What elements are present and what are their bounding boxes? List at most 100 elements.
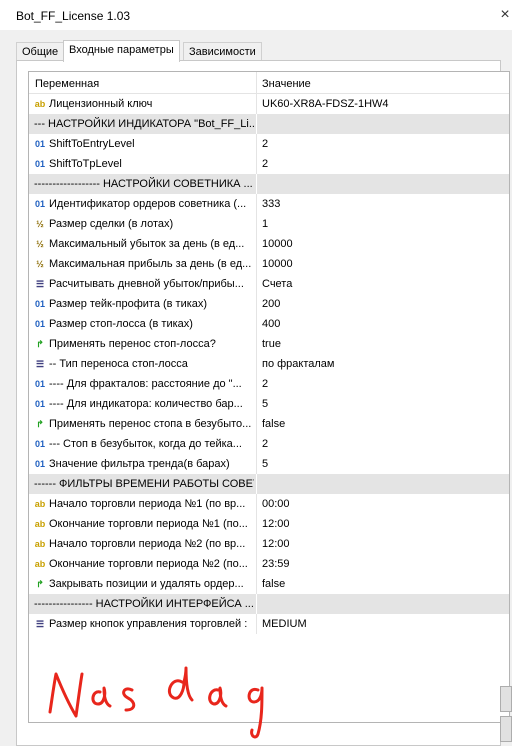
text-icon: ab	[34, 559, 46, 569]
parameter-row[interactable]: ☰ -- Тип переноса стоп-лосса по фракталам	[29, 354, 509, 374]
parameter-name: ShiftToEntryLevel	[49, 138, 135, 150]
side-button-2[interactable]	[500, 716, 512, 742]
handwritten-nasdaq-signature	[48, 666, 264, 739]
parameter-value[interactable]: 2	[262, 374, 268, 394]
parameter-row[interactable]: ☰ Расчитывать дневной убыток/прибы... Счет…	[29, 274, 509, 294]
column-separator	[256, 72, 257, 93]
parameter-value[interactable]: 23:59	[262, 554, 290, 574]
section-title: ------ ФИЛЬТРЫ ВРЕМЕНИ РАБОТЫ СОВЕТ...	[34, 478, 254, 490]
column-header-value[interactable]: Значение	[262, 78, 311, 90]
parameter-value[interactable]: 5	[262, 394, 268, 414]
tab-general[interactable]: Общие	[16, 42, 65, 61]
parameter-row[interactable]: 01 Идентификатор ордеров советника (... 33…	[29, 194, 509, 214]
parameter-row[interactable]: ↱ Применять перенос стопа в безубыто... fa…	[29, 414, 509, 434]
grid-header: Переменная Значение	[29, 72, 509, 94]
integer-icon: 01	[34, 139, 45, 149]
section-row[interactable]: --- НАСТРОЙКИ ИНДИКАТОРА "Bot_FF_Li...	[29, 114, 509, 134]
parameter-row[interactable]: ab Начало торговли периода №2 (по вр... 12…	[29, 534, 509, 554]
section-row[interactable]: ------ ФИЛЬТРЫ ВРЕМЕНИ РАБОТЫ СОВЕТ...	[29, 474, 509, 494]
parameter-row[interactable]: 01 --- Стоп в безубыток, когда до тейка..…	[29, 434, 509, 454]
column-separator	[256, 234, 257, 254]
parameter-value[interactable]: 2	[262, 134, 268, 154]
parameter-row[interactable]: 01 ---- Для индикатора: количество бар...…	[29, 394, 509, 414]
section-row[interactable]: ---------------- НАСТРОЙКИ ИНТЕРФЕЙСА ..…	[29, 594, 509, 614]
parameter-name: Максимальная прибыль за день (в ед...	[49, 258, 252, 270]
text-icon: ab	[34, 99, 46, 109]
text-icon: ab	[34, 519, 46, 529]
parameter-row[interactable]: 01 Размер тейк-профита (в тиках) 200	[29, 294, 509, 314]
parameter-row[interactable]: 01 ShiftToEntryLevel 2	[29, 134, 509, 154]
parameter-row[interactable]: ½ Размер сделки (в лотах) 1	[29, 214, 509, 234]
column-separator	[256, 154, 257, 174]
column-separator	[256, 454, 257, 474]
column-separator	[256, 614, 257, 634]
parameter-value[interactable]: 1	[262, 214, 268, 234]
parameter-name: Максимальный убыток за день (в ед...	[49, 238, 245, 250]
parameter-value[interactable]: 2	[262, 154, 268, 174]
column-separator	[256, 534, 257, 554]
column-separator	[256, 414, 257, 434]
column-separator	[256, 554, 257, 574]
column-separator	[256, 594, 257, 614]
parameter-row[interactable]: 01 Значение фильтра тренда(в барах) 5	[29, 454, 509, 474]
column-separator	[256, 94, 257, 114]
parameter-value[interactable]: UK60-XR8A-FDSZ-1HW4	[262, 94, 389, 114]
column-separator	[256, 494, 257, 514]
parameter-row[interactable]: ab Окончание торговли периода №1 (по... 12…	[29, 514, 509, 534]
parameter-name: Применять перенос стопа в безубыто...	[49, 418, 252, 430]
column-separator	[256, 254, 257, 274]
parameter-row[interactable]: ↱ Закрывать позиции и удалять ордер... fal…	[29, 574, 509, 594]
parameter-name: Расчитывать дневной убыток/прибы...	[49, 278, 244, 290]
parameter-value[interactable]: 12:00	[262, 514, 290, 534]
tab-input-parameters[interactable]: Входные параметры	[63, 40, 180, 62]
parameter-value[interactable]: 5	[262, 454, 268, 474]
section-title: ------------------ НАСТРОЙКИ СОВЕТНИКА .…	[34, 178, 253, 190]
enum-icon: ☰	[35, 279, 45, 289]
parameter-value[interactable]: 00:00	[262, 494, 290, 514]
parameter-row[interactable]: ab Лицензионный ключ UK60-XR8A-FDSZ-1HW4	[29, 94, 509, 114]
column-separator	[256, 214, 257, 234]
tab-dependencies[interactable]: Зависимости	[183, 42, 262, 61]
close-icon[interactable]: ×	[498, 0, 512, 30]
parameter-row[interactable]: ½ Максимальная прибыль за день (в ед... 10…	[29, 254, 509, 274]
parameter-row[interactable]: ↱ Применять перенос стоп-лосса? true	[29, 334, 509, 354]
parameter-row[interactable]: ab Окончание торговли периода №2 (по... 23…	[29, 554, 509, 574]
parameter-row[interactable]: 01 ---- Для фракталов: расстояние до "...…	[29, 374, 509, 394]
column-separator	[256, 334, 257, 354]
parameter-name: Начало торговли периода №2 (по вр...	[49, 538, 246, 550]
parameter-row[interactable]: ab Начало торговли периода №1 (по вр... 00…	[29, 494, 509, 514]
integer-icon: 01	[34, 199, 45, 209]
section-row[interactable]: ------------------ НАСТРОЙКИ СОВЕТНИКА .…	[29, 174, 509, 194]
parameter-value[interactable]: 10000	[262, 254, 293, 274]
bool-icon: ↱	[36, 339, 44, 349]
parameter-value[interactable]: 200	[262, 294, 280, 314]
text-icon: ab	[34, 499, 46, 509]
integer-icon: 01	[34, 459, 45, 469]
parameter-value[interactable]: true	[262, 334, 281, 354]
parameter-value[interactable]: 400	[262, 314, 280, 334]
parameter-row[interactable]: ☰ Размер кнопок управления торговлей : MED…	[29, 614, 509, 634]
parameter-value[interactable]: 2	[262, 434, 268, 454]
parameter-value[interactable]: false	[262, 574, 285, 594]
column-separator	[256, 194, 257, 214]
side-button-1[interactable]	[500, 686, 512, 712]
background-chart-strip	[0, 30, 10, 746]
parameter-name: ---- Для индикатора: количество бар...	[49, 398, 243, 410]
integer-icon: 01	[34, 439, 45, 449]
parameter-value[interactable]: 10000	[262, 234, 293, 254]
parameter-row[interactable]: ½ Максимальный убыток за день (в ед... 100…	[29, 234, 509, 254]
parameter-row[interactable]: 01 ShiftToTpLevel 2	[29, 154, 509, 174]
parameter-row[interactable]: 01 Размер стоп-лосса (в тиках) 400	[29, 314, 509, 334]
text-icon: ab	[34, 539, 46, 549]
double-icon: ½	[36, 219, 44, 229]
parameter-value[interactable]: по фракталам	[262, 354, 334, 374]
column-header-variable[interactable]: Переменная	[35, 78, 99, 90]
parameter-value[interactable]: Счета	[262, 274, 292, 294]
parameter-value[interactable]: 333	[262, 194, 280, 214]
parameter-value[interactable]: MEDIUM	[262, 614, 307, 634]
parameter-value[interactable]: 12:00	[262, 534, 290, 554]
column-separator	[256, 174, 257, 194]
parameter-value[interactable]: false	[262, 414, 285, 434]
section-title: ---------------- НАСТРОЙКИ ИНТЕРФЕЙСА ..…	[34, 598, 254, 610]
column-separator	[256, 314, 257, 334]
